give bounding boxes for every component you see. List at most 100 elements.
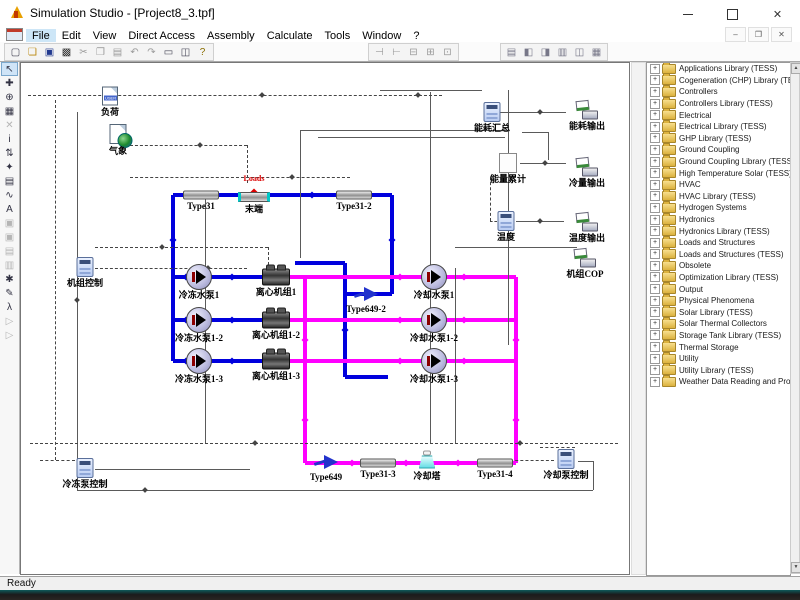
component-energy-summary[interactable] [484,102,501,122]
copy-button[interactable]: ❐ [92,45,109,59]
menu-window[interactable]: Window [356,29,407,43]
pen-tool[interactable]: ✎ [1,286,18,300]
show-right-pane-button[interactable]: ◨ [537,45,554,59]
canvas[interactable]: USER负荷气象Type31末端Type31-2能耗汇总能耗输出能量累计冷量输出… [20,62,630,575]
minimize-button[interactable] [665,0,710,28]
component-cw-pump-1-2[interactable] [421,307,447,333]
expand-icon[interactable]: + [650,342,660,352]
expand-icon[interactable]: + [650,180,660,190]
show-left-pane-button[interactable]: ◧ [520,45,537,59]
mdi-minimize-button[interactable]: – [725,27,746,42]
expand-icon[interactable]: + [650,272,660,282]
expand-icon[interactable]: + [650,238,660,248]
expand-icon[interactable]: + [650,261,660,271]
component-type31-3[interactable] [360,459,396,468]
component-cooling-energy-output[interactable] [576,158,598,177]
component-terminal-unit[interactable] [238,192,270,202]
menu-calculate[interactable]: Calculate [261,29,319,43]
component-unit-cop-output[interactable] [574,249,596,268]
expand-icon[interactable]: + [650,307,660,317]
save-button[interactable]: ▣ [41,45,58,59]
fit-width-button[interactable]: ⊣ [371,45,388,59]
component-temperature-calc[interactable] [498,211,515,231]
layout-4-tool[interactable]: ▥ [1,258,18,272]
component-energy-integrator[interactable] [499,153,517,173]
zoom-tool[interactable]: ⊕ [1,90,18,104]
component-energy-output[interactable] [576,101,598,120]
layout-2-tool[interactable]: ▣ [1,230,18,244]
component-chiller-1-2[interactable] [262,312,290,329]
expand-icon[interactable]: + [650,75,660,85]
expand-icon[interactable]: + [650,133,660,143]
component-weather[interactable] [110,124,127,144]
undo-button[interactable]: ↶ [126,45,143,59]
expand-icon[interactable]: + [650,191,660,201]
expand-icon[interactable]: + [650,226,660,236]
save-all-button[interactable]: ▩ [58,45,75,59]
expand-icon[interactable]: + [650,168,660,178]
library-tree-item[interactable]: +Weather Data Reading and Process [647,376,790,388]
expand-icon[interactable]: + [650,99,660,109]
component-chiller-1[interactable] [262,269,290,286]
flow-link[interactable] [303,277,307,463]
expand-icon[interactable]: + [650,377,660,387]
play-2-tool[interactable]: ▷ [1,328,18,342]
menu-file[interactable]: File [26,29,56,43]
expand-icon[interactable]: + [650,354,660,364]
play-1-tool[interactable]: ▷ [1,314,18,328]
maximize-button[interactable] [710,0,755,28]
layout-1-tool[interactable]: ▣ [1,216,18,230]
settings-tool[interactable]: ✱ [1,272,18,286]
open-button[interactable]: ❏ [24,45,41,59]
flow-link[interactable] [514,277,518,463]
link-tool[interactable]: ⇅ [1,146,18,160]
library-tree-item[interactable]: +Hydrogen Systems [647,202,790,214]
print-button[interactable]: ▭ [160,45,177,59]
expand-icon[interactable]: + [650,365,660,375]
flow-link[interactable] [345,375,388,379]
expand-icon[interactable]: + [650,215,660,225]
expand-icon[interactable]: + [650,296,660,306]
expand-icon[interactable]: + [650,110,660,120]
component-cooling-tower[interactable] [417,451,437,470]
proforma-tool[interactable]: ▦ [1,104,18,118]
component-chw-pump-control[interactable] [77,458,94,478]
close-button[interactable]: ✕ [755,0,800,28]
component-chw-pump-1-2[interactable] [186,307,212,333]
menu-direct-access[interactable]: Direct Access [122,29,201,43]
paste-button[interactable]: ▤ [109,45,126,59]
component-load-file[interactable]: USER [102,87,118,106]
flow-link[interactable] [295,261,345,265]
component-chw-pump-1-3[interactable] [186,348,212,374]
component-cw-pump-control[interactable] [558,449,575,469]
connect-tool[interactable]: ✦ [1,160,18,174]
menu-assembly[interactable]: Assembly [201,29,261,43]
tree-scrollbar[interactable]: ▲ ▼ [790,62,800,574]
component-type31[interactable] [183,191,219,200]
show-project-button[interactable]: ◫ [571,45,588,59]
cut-button[interactable]: ✂ [75,45,92,59]
component-type31-4[interactable] [477,459,513,468]
expand-icon[interactable]: + [650,64,660,74]
canvas-vertical-scrollbar[interactable] [631,62,646,575]
menu-view[interactable]: View [87,29,123,43]
component-unit-control[interactable] [77,257,94,277]
new-button[interactable]: ▢ [7,45,24,59]
expand-icon[interactable]: + [650,319,660,329]
delete-tool[interactable]: ✕ [1,118,18,132]
expand-icon[interactable]: + [650,122,660,132]
fit-height-button[interactable]: ⊢ [388,45,405,59]
expand-icon[interactable]: + [650,330,660,340]
print-preview-button[interactable]: ◫ [177,45,194,59]
expand-icon[interactable]: + [650,203,660,213]
menu-edit[interactable]: Edit [56,29,87,43]
show-grid-button[interactable]: ▦ [588,45,605,59]
component-type31-2[interactable] [336,191,372,200]
component-temperature-output[interactable] [576,213,598,232]
help-button[interactable]: ? [194,45,211,59]
component-type649[interactable] [314,453,338,471]
run-tool[interactable]: λ [1,300,18,314]
text-tool[interactable]: A [1,202,18,216]
show-output-button[interactable]: ▥ [554,45,571,59]
component-chiller-1-3[interactable] [262,353,290,370]
